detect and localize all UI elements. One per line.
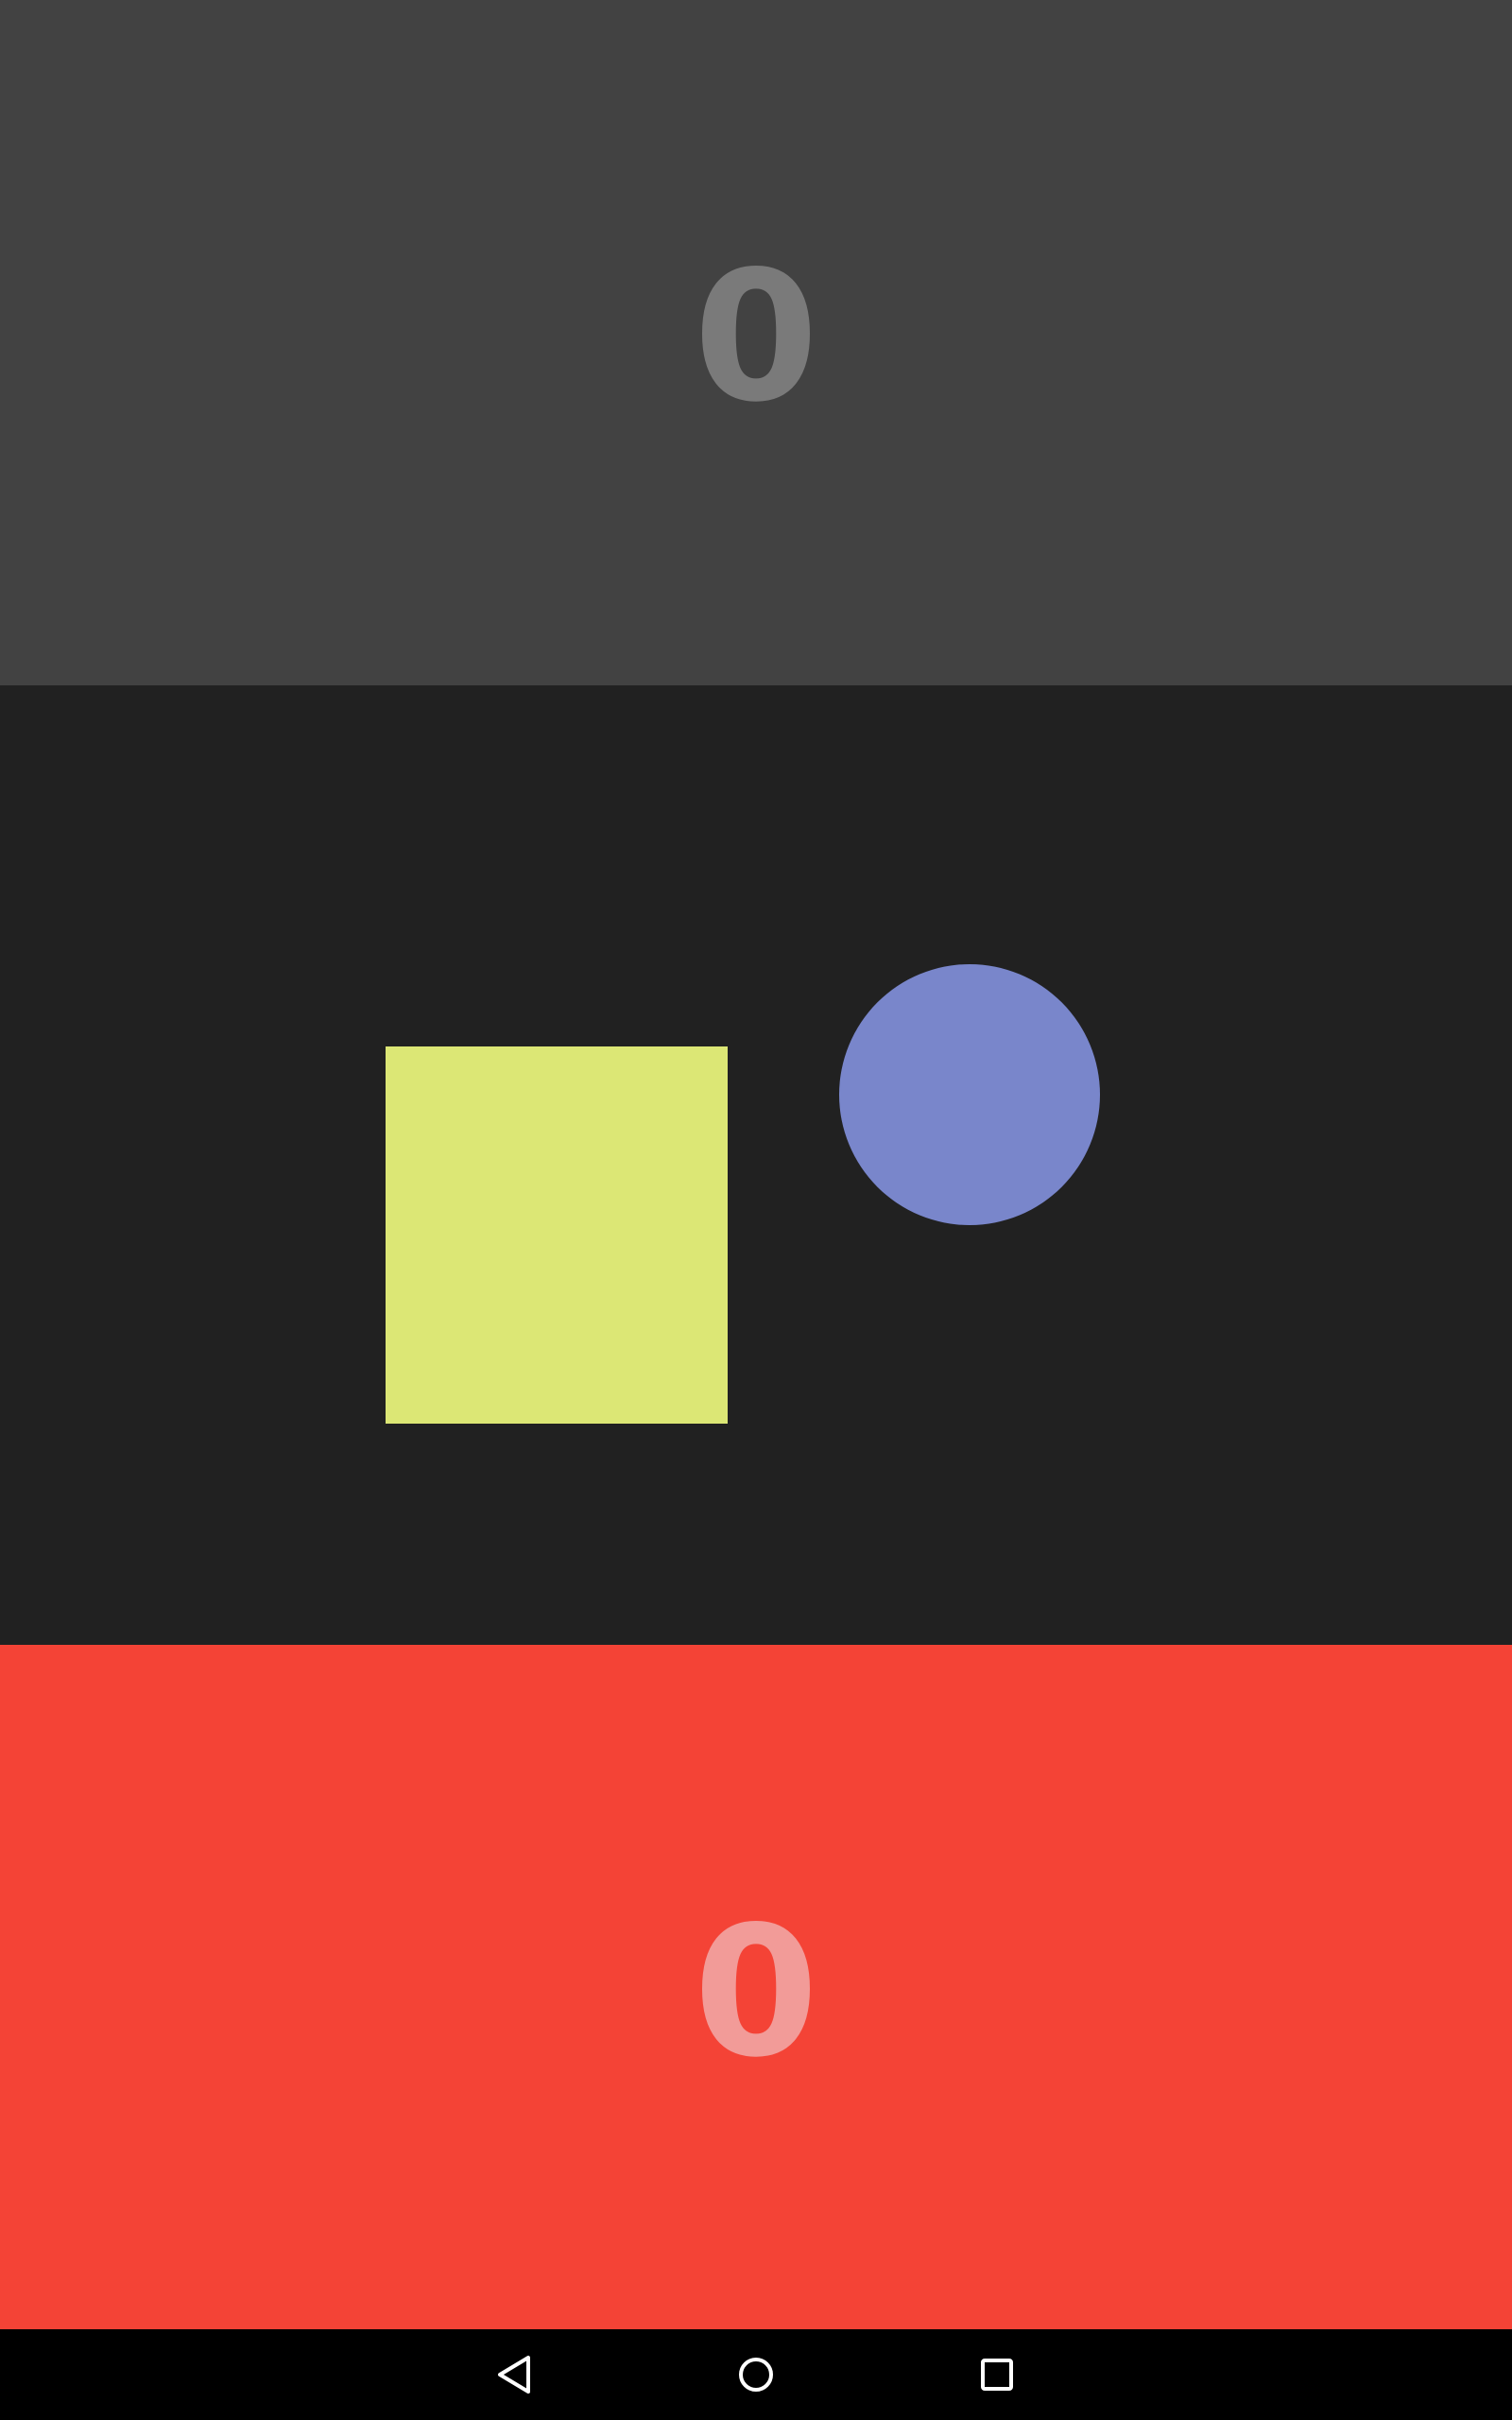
game-board[interactable] xyxy=(0,685,1512,1645)
square-piece[interactable] xyxy=(386,1046,728,1424)
game-screen: 0 0 xyxy=(0,0,1512,2420)
recents-icon xyxy=(981,2359,1013,2391)
home-button[interactable] xyxy=(726,2344,786,2405)
circle-piece[interactable] xyxy=(839,964,1100,1225)
recents-button[interactable] xyxy=(967,2344,1027,2405)
top-player-score: 0 xyxy=(693,233,819,441)
navigation-bar xyxy=(0,2329,1512,2420)
back-icon xyxy=(498,2356,530,2394)
bottom-player-score: 0 xyxy=(693,1888,819,2097)
home-icon xyxy=(739,2358,773,2392)
back-button[interactable] xyxy=(485,2344,545,2405)
